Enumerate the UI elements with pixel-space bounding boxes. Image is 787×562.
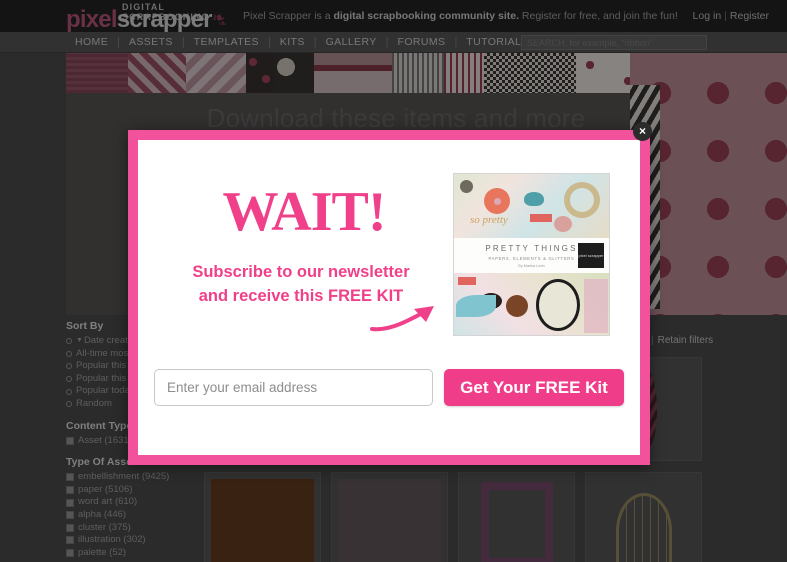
email-input[interactable]	[154, 369, 433, 406]
kit-title: PRETTY THINGS	[485, 243, 578, 253]
kit-author: By Marisa Lerin	[518, 263, 545, 268]
kit-subtitle: PAPERS, ELEMENTS & GLITTERS	[488, 255, 575, 261]
page-root: Download these items and more Sort By ▼ …	[0, 0, 787, 562]
arrow-icon	[370, 306, 434, 332]
newsletter-modal-body: WAIT! Subscribe to our newsletter and re…	[138, 140, 640, 455]
modal-headline: WAIT!	[222, 181, 386, 243]
modal-subheadline-line1: Subscribe to our newsletter	[192, 263, 410, 281]
get-free-kit-button[interactable]: Get Your FREE Kit	[444, 369, 624, 406]
close-icon[interactable]: ×	[633, 122, 652, 141]
kit-preview-label: PRETTY THINGS PAPERS, ELEMENTS & GLITTER…	[454, 238, 609, 273]
newsletter-modal: WAIT! Subscribe to our newsletter and re…	[128, 130, 650, 465]
free-kit-preview: so pretty PRETTY THINGS PAPERS, ELEMENTS…	[453, 173, 610, 336]
kit-preview-bottom	[454, 273, 609, 335]
kit-preview-top: so pretty	[454, 174, 609, 238]
pixel-scrapper-badge: pixel scrapper	[578, 243, 604, 268]
